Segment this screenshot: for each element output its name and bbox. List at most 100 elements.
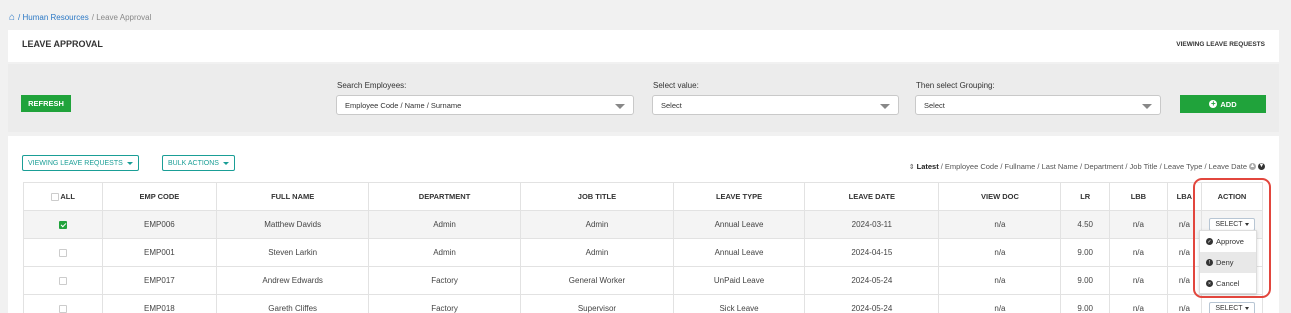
col-view-doc: VIEW DOC	[938, 182, 1062, 211]
add-button-label: ADD	[1220, 99, 1237, 109]
select-value-label: Select value:	[653, 81, 699, 90]
col-job-title: JOB TITLE	[520, 182, 674, 211]
bulk-actions-label: BULK ACTIONS	[168, 159, 219, 167]
select-value-select[interactable]: Select	[652, 95, 899, 115]
page-header: LEAVE APPROVAL VIEWING LEAVE REQUESTS	[8, 30, 1279, 62]
search-employees-value: Employee Code / Name / Surname	[345, 100, 462, 110]
cell-leave-date: 2024-05-24	[804, 294, 940, 313]
search-employees-label: Search Employees:	[337, 81, 407, 90]
col-action: ACTION	[1200, 182, 1264, 211]
cell-leave-date: 2024-04-15	[804, 238, 940, 267]
cell-full-name: Steven Larkin	[216, 238, 370, 267]
sort-latest[interactable]: Latest	[917, 162, 939, 171]
select-all-checkbox[interactable]	[50, 193, 59, 201]
cell-lbb: n/a	[1108, 238, 1168, 267]
cell-lba: n/a	[1166, 210, 1202, 239]
sort-icon[interactable]: ⇕	[909, 163, 915, 171]
cell-leave-type: Annual Leave	[672, 210, 806, 239]
menu-item-cancel[interactable]: × Cancel	[1200, 273, 1256, 294]
exclamation-circle-icon: !	[1206, 259, 1213, 266]
chevron-down-icon	[880, 104, 890, 109]
cell-lba: n/a	[1166, 294, 1202, 313]
times-circle-icon: ×	[1206, 280, 1213, 287]
cell-lr: 9.00	[1060, 238, 1110, 267]
cell-lbb: n/a	[1108, 210, 1168, 239]
cell-department: Factory	[368, 294, 521, 313]
cell-leave-date: 2024-03-11	[804, 210, 940, 239]
cell-lr: 9.00	[1060, 266, 1110, 295]
cell-lba: n/a	[1166, 238, 1202, 267]
table-row: EMP001 Steven Larkin Admin Admin Annual …	[23, 238, 1264, 267]
table-row: EMP018 Gareth Cliffes Factory Supervisor…	[23, 294, 1264, 313]
plus-circle-icon: +	[1209, 99, 1218, 108]
home-icon[interactable]: ⌂	[9, 12, 15, 23]
cell-emp-code: EMP017	[101, 266, 218, 295]
page-title: LEAVE APPROVAL	[22, 39, 103, 49]
col-emp-code: EMP CODE	[101, 182, 218, 211]
refresh-button[interactable]: REFRESH	[21, 95, 71, 112]
cell-job-title: General Worker	[520, 266, 674, 295]
cell-leave-type: Sick Leave	[672, 294, 806, 313]
sort-options[interactable]: / Employee Code / Fullname / Last Name /…	[941, 162, 1247, 171]
add-button[interactable]: + ADD	[1180, 95, 1266, 113]
breadcrumb-human-resources[interactable]: / Human Resources	[18, 13, 89, 22]
row-checkbox[interactable]	[58, 276, 67, 285]
leave-requests-panel: VIEWING LEAVE REQUESTS BULK ACTIONS ⇕ La…	[8, 136, 1279, 313]
cell-department: Factory	[368, 266, 521, 295]
col-lba: LBA	[1166, 182, 1202, 211]
cell-view-doc: n/a	[938, 238, 1062, 267]
cell-leave-date: 2024-05-24	[804, 266, 940, 295]
cell-emp-code: EMP001	[101, 238, 218, 267]
cell-lbb: n/a	[1108, 294, 1168, 313]
cell-view-doc: n/a	[938, 294, 1062, 313]
caret-down-icon	[1244, 307, 1249, 310]
row-checkbox[interactable]	[58, 248, 67, 257]
col-leave-type: LEAVE TYPE	[672, 182, 806, 211]
breadcrumb-current: / Leave Approval	[91, 13, 152, 22]
row-checkbox[interactable]	[58, 220, 67, 229]
viewing-leave-requests-dropdown[interactable]: VIEWING LEAVE REQUESTS	[22, 155, 139, 171]
col-lr: LR	[1060, 182, 1110, 211]
cell-emp-code: EMP006	[101, 210, 218, 239]
menu-item-approve[interactable]: ✓ Approve	[1200, 231, 1256, 252]
table-row: EMP006 Matthew Davids Admin Admin Annual…	[23, 210, 1264, 239]
check-circle-icon: ✓	[1206, 238, 1213, 245]
cell-lba: n/a	[1166, 266, 1202, 295]
cell-job-title: Admin	[520, 238, 674, 267]
cell-full-name: Andrew Edwards	[216, 266, 370, 295]
row-checkbox[interactable]	[58, 304, 67, 313]
cell-lr: 9.00	[1060, 294, 1110, 313]
leave-requests-table: ALL EMP CODE FULL NAME DEPARTMENT JOB TI…	[23, 182, 1264, 313]
cell-job-title: Supervisor	[520, 294, 674, 313]
filter-bar: REFRESH Search Employees: Employee Code …	[8, 64, 1279, 132]
menu-item-deny[interactable]: ! Deny	[1200, 252, 1256, 273]
sort-bar: ⇕ Latest / Employee Code / Fullname / La…	[909, 162, 1265, 171]
cell-lr: 4.50	[1060, 210, 1110, 239]
grouping-select[interactable]: Select	[915, 95, 1161, 115]
cell-full-name: Gareth Cliffes	[216, 294, 370, 313]
cell-full-name: Matthew Davids	[216, 210, 370, 239]
select-value-value: Select	[661, 100, 682, 110]
chevron-down-icon	[1142, 104, 1152, 109]
sort-asc-icon[interactable]: ▲	[1249, 163, 1256, 170]
col-leave-date: LEAVE DATE	[804, 182, 940, 211]
search-employees-select[interactable]: Employee Code / Name / Surname	[336, 95, 634, 115]
cell-view-doc: n/a	[938, 210, 1062, 239]
cell-emp-code: EMP018	[101, 294, 218, 313]
caret-down-icon	[126, 161, 133, 165]
viewing-dropdown-label: VIEWING LEAVE REQUESTS	[28, 159, 123, 167]
cell-department: Admin	[368, 238, 521, 267]
action-select-button[interactable]: SELECT	[1209, 302, 1255, 313]
col-all[interactable]: ALL	[23, 182, 103, 211]
cell-department: Admin	[368, 210, 521, 239]
breadcrumb: ⌂ / Human Resources / Leave Approval	[9, 12, 151, 23]
cell-leave-type: Annual Leave	[672, 238, 806, 267]
table-header-row: ALL EMP CODE FULL NAME DEPARTMENT JOB TI…	[23, 182, 1264, 211]
cell-view-doc: n/a	[938, 266, 1062, 295]
grouping-value: Select	[924, 100, 945, 110]
bulk-actions-dropdown[interactable]: BULK ACTIONS	[162, 155, 235, 171]
cell-lbb: n/a	[1108, 266, 1168, 295]
action-dropdown-menu: ✓ Approve ! Deny × Cancel	[1199, 230, 1257, 294]
view-mode-label: VIEWING LEAVE REQUESTS	[1176, 41, 1265, 48]
sort-desc-icon[interactable]: ▼	[1258, 163, 1265, 170]
